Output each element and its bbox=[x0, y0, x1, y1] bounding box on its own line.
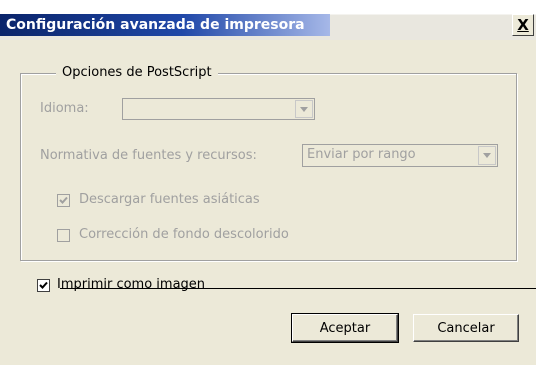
ok-button[interactable]: Aceptar bbox=[291, 313, 399, 343]
print-as-image-checkbox[interactable] bbox=[37, 279, 50, 292]
advanced-printer-settings-dialog: Configuración avanzada de impresora X Op… bbox=[0, 0, 536, 365]
download-asian-fonts-checkbox[interactable] bbox=[57, 194, 70, 207]
chevron-down-icon bbox=[483, 153, 491, 158]
faded-background-correction-checkbox[interactable] bbox=[57, 229, 70, 242]
check-icon bbox=[39, 281, 48, 289]
faded-background-correction-label: Corrección de fondo descolorido bbox=[79, 227, 289, 242]
chevron-down-icon bbox=[300, 106, 308, 112]
language-select[interactable] bbox=[122, 98, 315, 120]
window-title: Configuración avanzada de impresora bbox=[0, 14, 330, 36]
postscript-options-legend: Opciones de PostScript bbox=[56, 64, 218, 82]
title-bar: Configuración avanzada de impresora X bbox=[0, 0, 536, 40]
close-button[interactable]: X bbox=[512, 14, 534, 36]
print-as-image-label[interactable]: Imprimir como imagen bbox=[57, 276, 205, 294]
cancel-button[interactable]: Cancelar bbox=[413, 314, 519, 342]
download-asian-fonts-label: Descargar fuentes asiáticas bbox=[79, 192, 260, 207]
font-policy-dropdown-button[interactable] bbox=[478, 146, 496, 165]
font-policy-value: Enviar por rango bbox=[307, 147, 416, 162]
focus-rule bbox=[60, 288, 536, 289]
font-policy-select[interactable]: Enviar por rango bbox=[302, 144, 498, 167]
check-icon bbox=[59, 196, 68, 204]
language-dropdown-button[interactable] bbox=[295, 100, 313, 118]
language-label: Idioma: bbox=[40, 101, 89, 116]
font-policy-label: Normativa de fuentes y recursos: bbox=[40, 148, 257, 163]
close-icon: X bbox=[517, 16, 529, 34]
